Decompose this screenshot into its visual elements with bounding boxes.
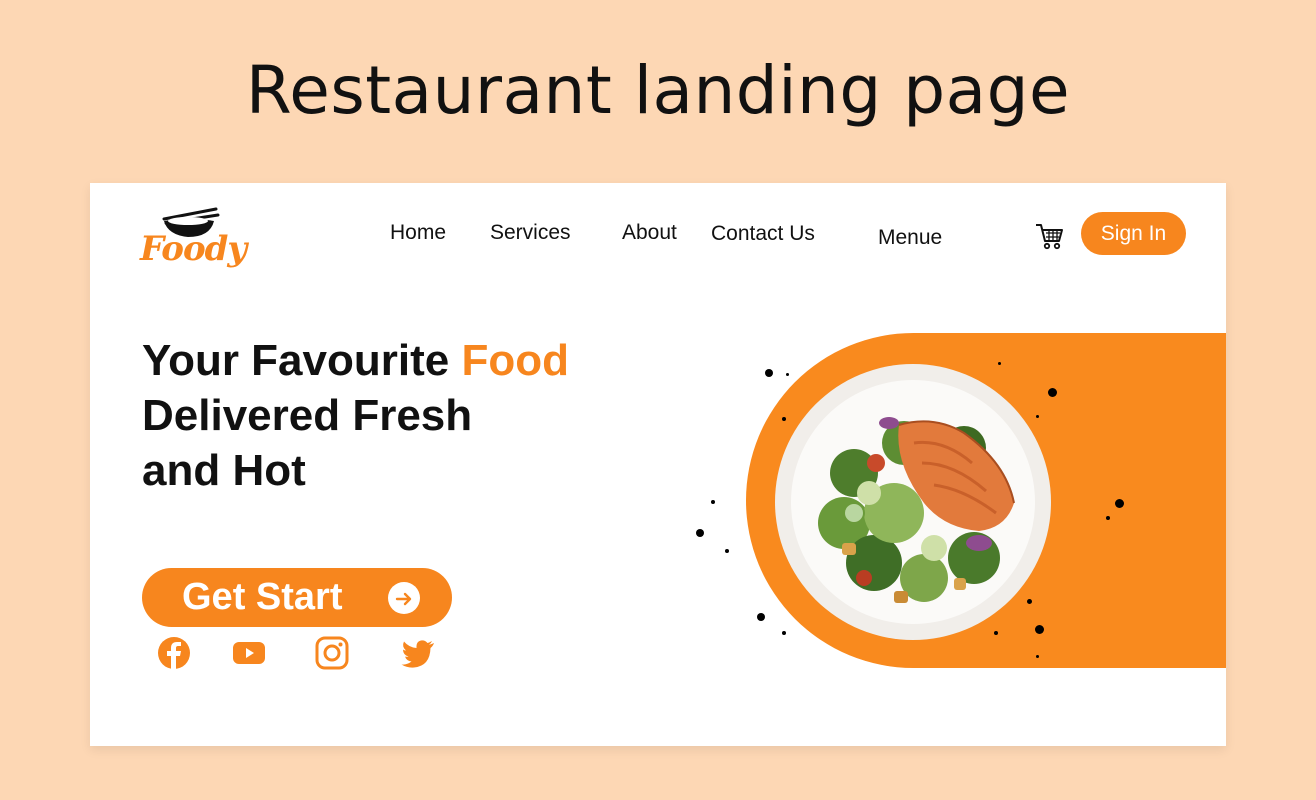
get-start-label: Get Start: [182, 576, 343, 618]
arrow-right-icon: [388, 582, 420, 614]
hero-title-prefix: Your Favourite: [142, 336, 462, 385]
sign-in-button[interactable]: Sign In: [1081, 212, 1186, 255]
pepper-dot: [1106, 516, 1110, 520]
pepper-dot: [1115, 499, 1124, 508]
salmon-salad-plate-image: [775, 364, 1051, 640]
youtube-icon[interactable]: [231, 635, 267, 671]
pepper-dot: [1035, 625, 1044, 634]
nav-about[interactable]: About: [622, 221, 677, 245]
get-start-button[interactable]: Get Start: [142, 568, 452, 627]
pepper-dot: [757, 613, 765, 621]
pepper-dot: [725, 549, 729, 553]
hero-title: Your Favourite Food Delivered Fresh and …: [142, 333, 569, 498]
instagram-icon[interactable]: [314, 635, 350, 671]
pepper-dot: [1048, 388, 1057, 397]
brand-name: Foody: [140, 229, 247, 269]
pepper-dot: [711, 500, 715, 504]
nav-contact-us[interactable]: Contact Us: [711, 222, 815, 246]
twitter-icon[interactable]: [400, 635, 436, 671]
pepper-dot: [1027, 599, 1032, 604]
pepper-dot: [1036, 415, 1039, 418]
pepper-dot: [782, 417, 786, 421]
pepper-dot: [765, 369, 773, 377]
pepper-dot: [782, 631, 786, 635]
pepper-dot: [696, 529, 704, 537]
logo[interactable]: Foody: [138, 205, 278, 269]
hero-title-accent: Food: [461, 336, 569, 385]
page-heading: Restaurant landing page: [245, 52, 1071, 129]
nav-services[interactable]: Services: [490, 221, 571, 245]
landing-page-card: Foody Home Services About Contact Us Men…: [90, 183, 1226, 746]
pepper-dot: [994, 631, 998, 635]
pepper-dot: [786, 373, 789, 376]
pepper-dot: [1036, 655, 1039, 658]
facebook-icon[interactable]: [156, 635, 192, 671]
cart-icon[interactable]: [1034, 221, 1064, 251]
nav-menue[interactable]: Menue: [878, 226, 942, 250]
hero-title-line-2: Delivered Fresh: [142, 391, 473, 440]
pepper-dot: [998, 362, 1001, 365]
hero-title-line-3: and Hot: [142, 446, 306, 495]
nav-home[interactable]: Home: [390, 221, 446, 245]
